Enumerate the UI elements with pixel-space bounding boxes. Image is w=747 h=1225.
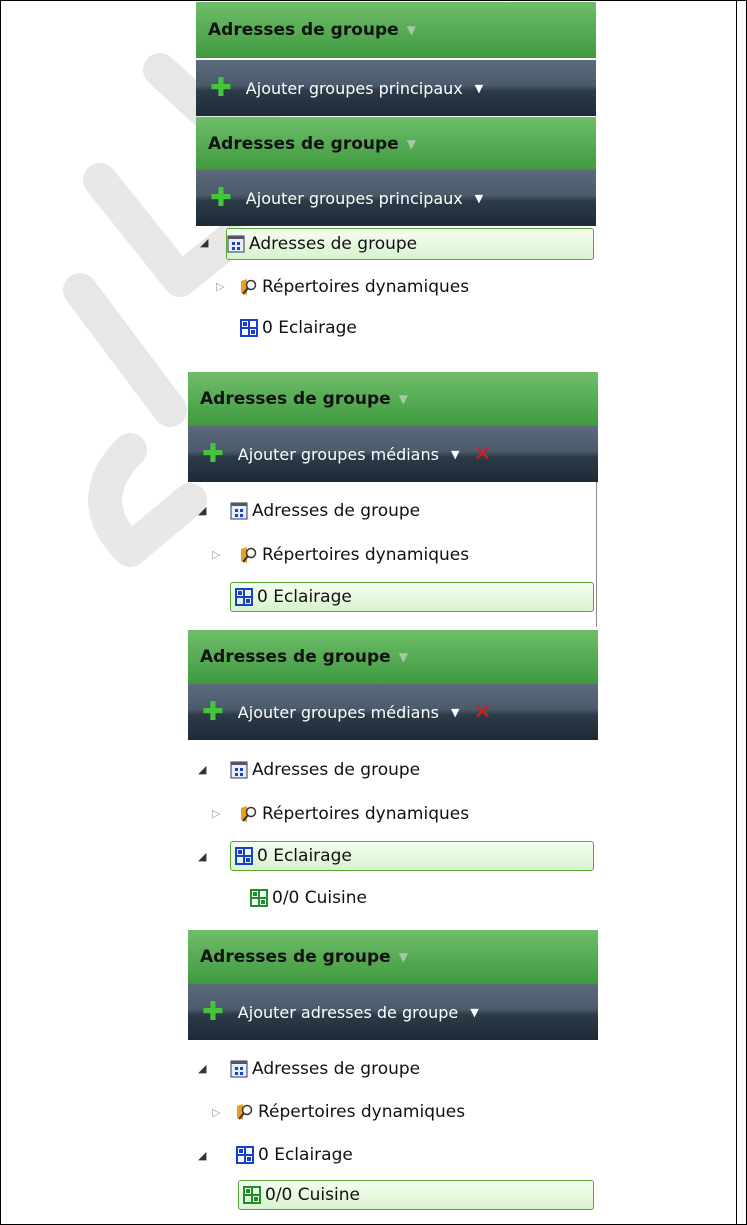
chevron-down-icon[interactable]: ▼	[399, 950, 408, 964]
plus-icon[interactable]: ✚	[210, 75, 232, 101]
panel-2: Adresses de groupe ▼ ✚ Ajouter groupes p…	[196, 117, 596, 367]
dynamic-folder-icon	[241, 806, 257, 822]
plus-icon[interactable]: ✚	[202, 999, 224, 1025]
add-groups-toolbar[interactable]: ✚ Ajouter groupes médians ▼ ✕	[188, 426, 598, 482]
panel-title: Adresses de groupe	[200, 389, 391, 409]
plus-icon[interactable]: ✚	[210, 185, 232, 211]
add-button-label[interactable]: Ajouter groupes médians	[238, 445, 439, 464]
chevron-down-icon[interactable]: ▼	[451, 448, 459, 461]
panel-header[interactable]: Adresses de groupe ▼	[196, 117, 596, 170]
tree-item-main-group[interactable]: 0 Eclairage	[230, 841, 594, 871]
dynamic-folder-icon	[241, 279, 257, 295]
tree-item-label: Adresses de groupe	[249, 234, 418, 254]
group-addresses-icon	[230, 502, 248, 520]
add-button-label[interactable]: Ajouter groupes principaux	[246, 189, 463, 208]
tree-item-label: Répertoires dynamiques	[262, 277, 470, 297]
tree-item-label: 0 Eclairage	[257, 587, 352, 607]
panel-header[interactable]: Adresses de groupe ▼	[196, 2, 596, 58]
expanded-arrow-icon[interactable]: ◢	[198, 763, 206, 776]
panel-title: Adresses de groupe	[200, 947, 391, 967]
chevron-down-icon[interactable]: ▼	[475, 192, 483, 205]
group-tree: ◢ Adresses de groupe ▷ Répertoires dynam…	[196, 228, 596, 358]
collapsed-arrow-icon[interactable]: ▷	[212, 1106, 220, 1119]
main-group-icon	[235, 588, 253, 606]
close-icon[interactable]: ✕	[473, 700, 491, 725]
panel-4: Adresses de groupe ▼ ✚ Ajouter groupes m…	[188, 630, 598, 920]
add-groups-toolbar[interactable]: ✚ Ajouter groupes principaux ▼	[196, 170, 596, 226]
tree-item-label: Adresses de groupe	[252, 501, 421, 521]
add-groups-toolbar[interactable]: ✚ Ajouter adresses de groupe ▼	[188, 984, 598, 1040]
collapsed-arrow-icon[interactable]: ▷	[216, 280, 224, 293]
chevron-down-icon[interactable]: ▼	[407, 137, 416, 151]
panel-title: Adresses de groupe	[208, 133, 399, 154]
group-addresses-icon	[230, 761, 248, 779]
tree-item-label: Adresses de groupe	[252, 1059, 421, 1079]
tree-item-dynamic-folders[interactable]: Répertoires dynamiques	[240, 272, 469, 302]
tree-item-main-group[interactable]: 0 Eclairage	[236, 1140, 353, 1170]
group-tree: ◢ Adresses de groupe ▷ Répertoires dynam…	[188, 1054, 598, 1222]
tree-item-label: 0/0 Cuisine	[265, 1185, 360, 1205]
dynamic-folder-icon	[237, 1104, 253, 1120]
tree-item-middle-group[interactable]: 0/0 Cuisine	[250, 883, 367, 913]
main-group-icon	[236, 1146, 254, 1164]
tree-item-label: 0 Eclairage	[257, 846, 352, 866]
middle-group-icon	[243, 1186, 261, 1204]
tree-item-dynamic-folders[interactable]: Répertoires dynamiques	[240, 540, 469, 570]
main-group-icon	[235, 847, 253, 865]
add-button-label[interactable]: Ajouter adresses de groupe	[238, 1003, 458, 1022]
tree-item-middle-group[interactable]: 0/0 Cuisine	[238, 1180, 594, 1210]
tree-item-main-group[interactable]: 0 Eclairage	[240, 313, 357, 343]
tree-item-label: Adresses de groupe	[252, 760, 421, 780]
tree-item-label: Répertoires dynamiques	[258, 1102, 466, 1122]
chevron-down-icon[interactable]: ▼	[451, 706, 459, 719]
add-groups-toolbar[interactable]: ✚ Ajouter groupes principaux ▼	[196, 60, 596, 116]
tree-item-label: 0 Eclairage	[258, 1145, 353, 1165]
tree-item-label: 0 Eclairage	[262, 318, 357, 338]
group-addresses-icon	[227, 235, 245, 253]
plus-icon[interactable]: ✚	[202, 441, 224, 467]
plus-icon[interactable]: ✚	[202, 699, 224, 725]
chevron-down-icon[interactable]: ▼	[470, 1006, 478, 1019]
main-group-icon	[240, 319, 258, 337]
expanded-arrow-icon[interactable]: ◢	[198, 1149, 206, 1162]
group-tree: ◢ Adresses de groupe ▷ Répertoires dynam…	[188, 755, 598, 920]
panel-header[interactable]: Adresses de groupe ▼	[188, 630, 598, 684]
expanded-arrow-icon[interactable]: ◢	[198, 850, 206, 863]
panel-header[interactable]: Adresses de groupe ▼	[188, 372, 598, 426]
panel-5: Adresses de groupe ▼ ✚ Ajouter adresses …	[188, 930, 598, 1222]
expanded-arrow-icon[interactable]: ◢	[200, 236, 208, 249]
tree-item-main-group[interactable]: 0 Eclairage	[230, 582, 594, 612]
expanded-arrow-icon[interactable]: ◢	[198, 1062, 206, 1075]
add-groups-toolbar[interactable]: ✚ Ajouter groupes médians ▼ ✕	[188, 684, 598, 740]
tree-item-dynamic-folders[interactable]: Répertoires dynamiques	[240, 799, 469, 829]
panel-title: Adresses de groupe	[208, 20, 399, 40]
collapsed-arrow-icon[interactable]: ▷	[212, 807, 220, 820]
chevron-down-icon[interactable]: ▼	[399, 392, 408, 406]
group-tree: ◢ Adresses de groupe ▷ Répertoires dynam…	[188, 496, 598, 626]
panel-title: Adresses de groupe	[200, 647, 391, 667]
tree-item-label: 0/0 Cuisine	[272, 888, 367, 908]
add-button-label[interactable]: Ajouter groupes principaux	[246, 79, 463, 98]
tree-item-dynamic-folders[interactable]: Répertoires dynamiques	[236, 1097, 465, 1127]
panel-3: Adresses de groupe ▼ ✚ Ajouter groupes m…	[188, 372, 598, 627]
chevron-down-icon[interactable]: ▼	[475, 82, 483, 95]
close-icon[interactable]: ✕	[473, 442, 491, 467]
panel-header[interactable]: Adresses de groupe ▼	[188, 930, 598, 984]
collapsed-arrow-icon[interactable]: ▷	[212, 548, 220, 561]
group-addresses-icon	[230, 1060, 248, 1078]
expanded-arrow-icon[interactable]: ◢	[198, 504, 206, 517]
add-button-label[interactable]: Ajouter groupes médians	[238, 703, 439, 722]
tree-item-root[interactable]: Adresses de groupe	[230, 755, 420, 785]
dynamic-folder-icon	[241, 547, 257, 563]
tree-item-root[interactable]: Adresses de groupe	[230, 496, 420, 526]
right-border-line	[736, 0, 737, 1225]
chevron-down-icon[interactable]: ▼	[407, 23, 416, 37]
tree-item-root[interactable]: Adresses de groupe	[230, 1054, 420, 1084]
tree-item-label: Répertoires dynamiques	[262, 804, 470, 824]
tree-item-root[interactable]: Adresses de groupe	[226, 228, 594, 260]
tree-item-label: Répertoires dynamiques	[262, 545, 470, 565]
panel-1: Adresses de groupe ▼ ✚ Ajouter groupes p…	[196, 2, 596, 116]
chevron-down-icon[interactable]: ▼	[399, 650, 408, 664]
middle-group-icon	[250, 889, 268, 907]
